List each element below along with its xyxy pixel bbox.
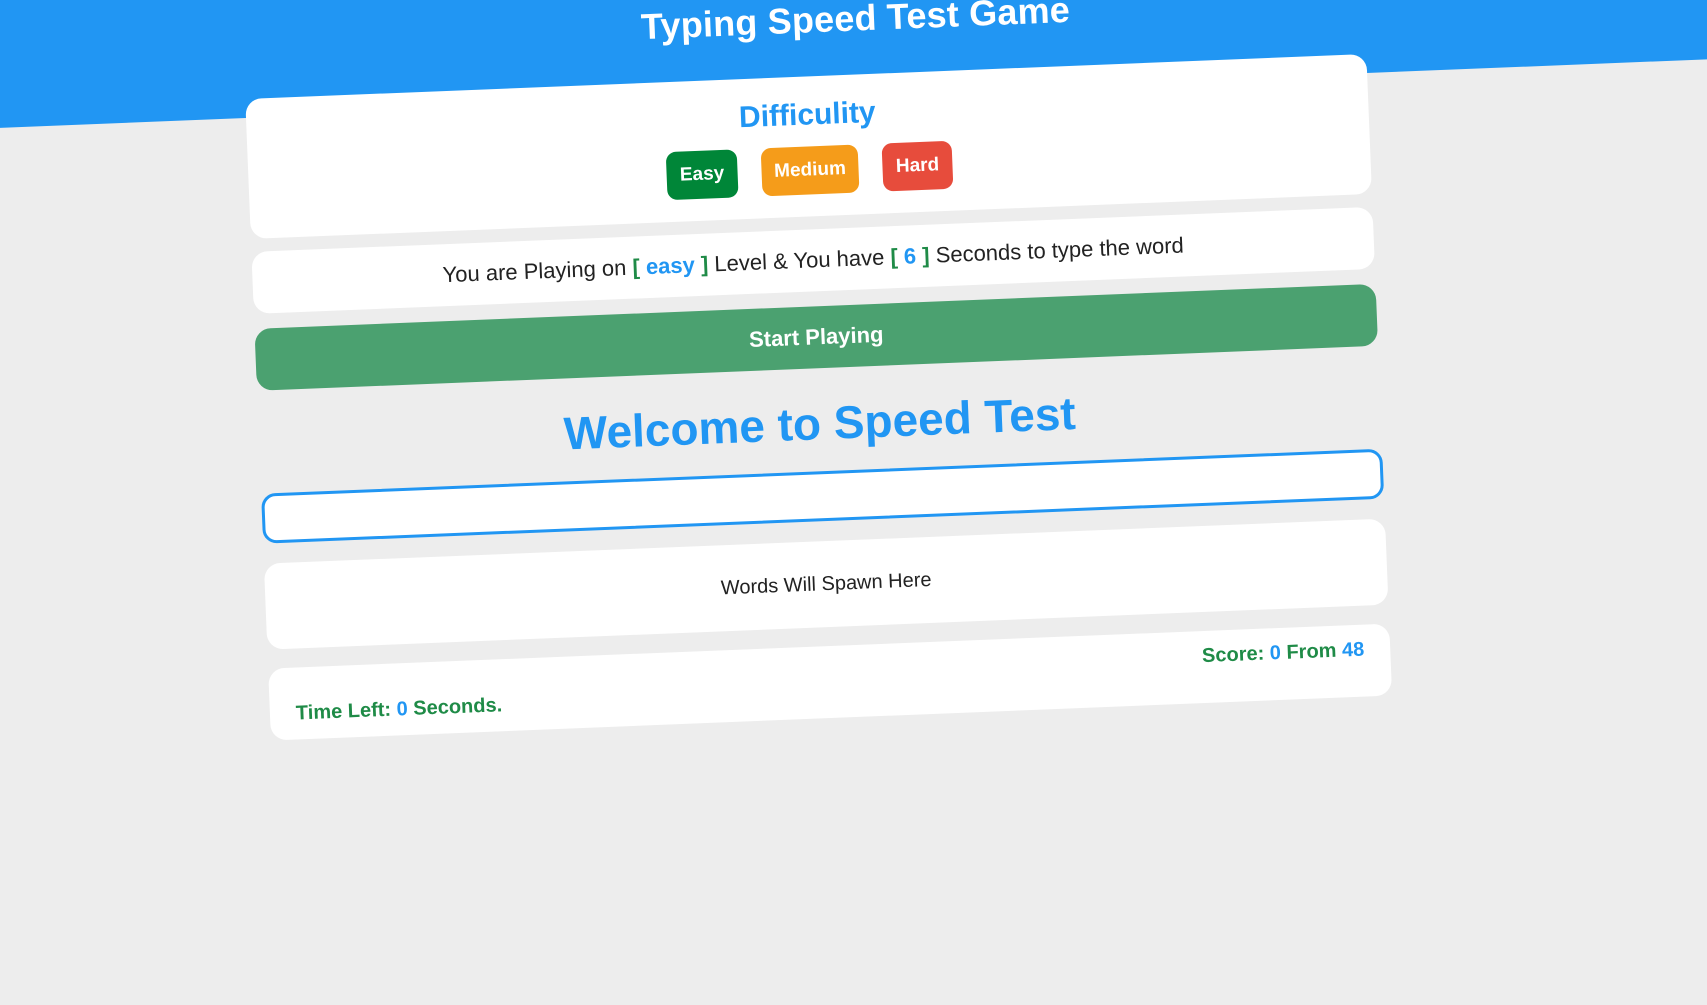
info-prefix: You are Playing on: [442, 254, 627, 288]
info-suffix: Seconds to type the word: [935, 232, 1185, 268]
easy-button[interactable]: Easy: [665, 149, 739, 201]
score-total: 48: [1341, 638, 1365, 662]
page-title: Typing Speed Test Game: [640, 0, 1071, 48]
page: Typing Speed Test Game Difficulity Easy …: [0, 0, 1707, 1005]
score: Score: 0 From 48: [1202, 639, 1365, 668]
info-middle: Level & You have: [713, 244, 885, 277]
current-level: easy: [645, 252, 696, 280]
score-from-label: From: [1286, 639, 1337, 664]
seconds-bracket-close: ]: [921, 242, 931, 268]
time-left-value: 0: [396, 698, 409, 721]
time-left-unit: Seconds.: [412, 694, 503, 720]
words-placeholder: Words Will Spawn Here: [720, 568, 932, 600]
time-left-label: Time Left:: [295, 698, 392, 725]
score-value: 0: [1269, 641, 1282, 665]
tilted-content: Typing Speed Test Game Difficulity Easy …: [0, 0, 1707, 1005]
level-bracket-open: [: [631, 254, 641, 280]
medium-button[interactable]: Medium: [760, 144, 860, 197]
seconds-value: 6: [903, 243, 917, 269]
time-left: Time Left: 0 Seconds.: [295, 694, 502, 725]
hard-button[interactable]: Hard: [881, 140, 954, 192]
score-label: Score:: [1201, 642, 1265, 668]
level-bracket-close: ]: [700, 251, 709, 277]
seconds-bracket-open: [: [889, 243, 899, 270]
